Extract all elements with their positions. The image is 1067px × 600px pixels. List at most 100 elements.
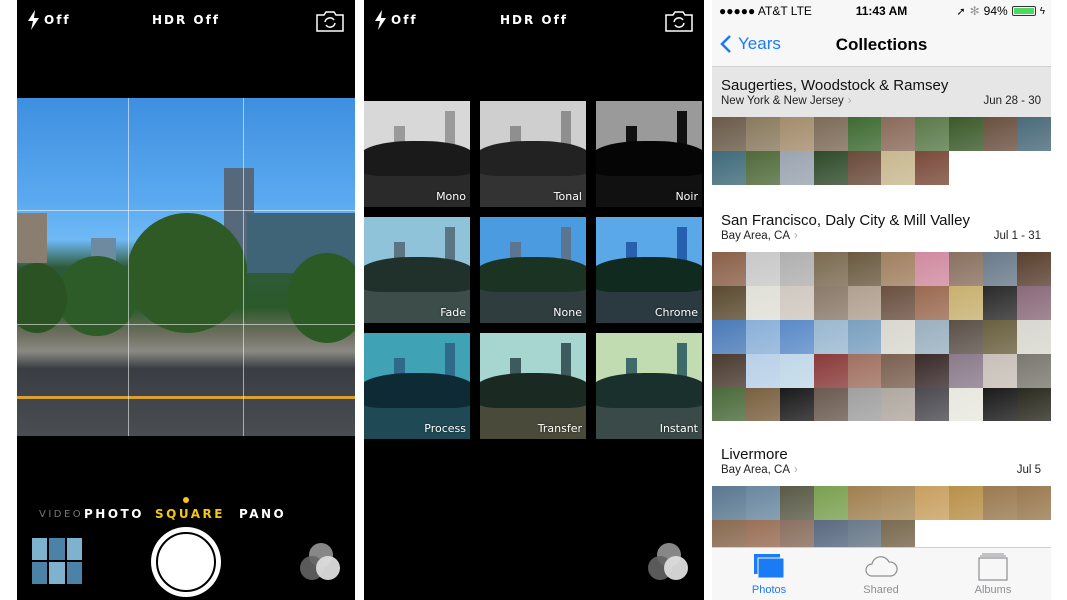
photo-thumbnail[interactable]: [983, 387, 1018, 422]
filter-tile-fade[interactable]: Fade: [364, 217, 470, 323]
photo-thumbnail[interactable]: [779, 353, 814, 388]
photo-thumbnail[interactable]: [712, 285, 746, 320]
photo-thumbnail[interactable]: [712, 387, 746, 422]
photo-thumbnail[interactable]: [881, 353, 916, 388]
photo-thumbnail[interactable]: [813, 387, 848, 422]
photo-thumbnail[interactable]: [779, 387, 814, 422]
collection-header[interactable]: Saugerties, Woodstock & Ramsey New York …: [712, 67, 1051, 117]
tab-albums[interactable]: Albums: [953, 552, 1033, 596]
collection-header[interactable]: Livermore Bay Area, CA › Jul 5: [712, 436, 1051, 486]
photo-thumbnail[interactable]: [881, 387, 916, 422]
mode-video[interactable]: VIDEO: [39, 509, 83, 520]
photo-thumbnail[interactable]: [847, 387, 882, 422]
photo-thumbnail[interactable]: [949, 319, 984, 354]
photo-thumbnail[interactable]: [1017, 285, 1051, 320]
photo-thumbnail[interactable]: [745, 252, 780, 286]
filter-tile-process[interactable]: Process: [364, 333, 470, 439]
photo-thumbnail[interactable]: [712, 117, 746, 151]
photo-thumbnail[interactable]: [745, 486, 780, 520]
mode-pano[interactable]: PANO: [239, 507, 286, 521]
photo-thumbnail[interactable]: [847, 150, 882, 185]
photo-thumbnail[interactable]: [881, 252, 916, 286]
photo-thumbnail[interactable]: [983, 252, 1018, 286]
filters-button[interactable]: [648, 543, 690, 583]
photo-thumbnail[interactable]: [949, 117, 984, 151]
photo-thumbnail[interactable]: [847, 285, 882, 320]
photo-thumbnail[interactable]: [813, 319, 848, 354]
photo-thumbnail[interactable]: [745, 319, 780, 354]
photo-thumbnail[interactable]: [779, 117, 814, 151]
photo-thumbnail[interactable]: [881, 486, 916, 520]
photo-thumbnail[interactable]: [983, 319, 1018, 354]
photo-thumbnail[interactable]: [779, 252, 814, 286]
photo-thumbnail[interactable]: [983, 285, 1018, 320]
photo-thumbnail[interactable]: [949, 387, 984, 422]
hdr-toggle[interactable]: HDR Off: [17, 13, 355, 27]
photo-thumbnail[interactable]: [813, 252, 848, 286]
photo-thumbnail[interactable]: [915, 353, 950, 388]
photo-thumbnail[interactable]: [847, 319, 882, 354]
photo-thumbnail[interactable]: [1017, 252, 1051, 286]
filter-tile-chrome[interactable]: Chrome: [596, 217, 702, 323]
collection-location[interactable]: Bay Area, CA ›: [721, 230, 798, 242]
photo-thumbnail[interactable]: [779, 285, 814, 320]
shutter-button[interactable]: [151, 527, 221, 597]
mode-square[interactable]: SQUARE: [155, 507, 225, 521]
photo-thumbnail[interactable]: [712, 486, 746, 520]
photo-thumbnail[interactable]: [847, 486, 882, 520]
photo-thumbnail[interactable]: [813, 285, 848, 320]
photo-thumbnail[interactable]: [745, 117, 780, 151]
photo-thumbnail[interactable]: [847, 252, 882, 286]
photo-thumbnail[interactable]: [881, 117, 916, 151]
photo-thumbnail[interactable]: [881, 285, 916, 320]
photo-thumbnail[interactable]: [983, 486, 1018, 520]
filter-tile-none[interactable]: None: [480, 217, 586, 323]
photo-thumbnail[interactable]: [712, 353, 746, 388]
hdr-toggle[interactable]: HDR Off: [364, 13, 704, 27]
photo-thumbnail[interactable]: [1017, 387, 1051, 422]
collection-location[interactable]: New York & New Jersey ›: [721, 95, 852, 107]
photo-thumbnail[interactable]: [915, 319, 950, 354]
switch-camera-icon[interactable]: [315, 9, 345, 33]
mode-photo[interactable]: PHOTO: [84, 507, 144, 521]
photo-thumbnail[interactable]: [949, 285, 984, 320]
photo-thumbnail[interactable]: [881, 319, 916, 354]
filters-button[interactable]: [300, 543, 342, 583]
photo-thumbnail[interactable]: [712, 319, 746, 354]
filter-tile-transfer[interactable]: Transfer: [480, 333, 586, 439]
photo-thumbnail[interactable]: [915, 252, 950, 286]
filter-tile-tonal[interactable]: Tonal: [480, 101, 586, 207]
photo-thumbnail[interactable]: [915, 285, 950, 320]
photo-thumbnail[interactable]: [949, 353, 984, 388]
photo-thumbnail[interactable]: [1017, 117, 1051, 151]
photo-thumbnail[interactable]: [779, 486, 814, 520]
photo-thumbnail[interactable]: [847, 353, 882, 388]
filter-tile-instant[interactable]: Instant: [596, 333, 702, 439]
photo-thumbnail[interactable]: [779, 150, 814, 185]
photo-thumbnail[interactable]: [949, 486, 984, 520]
photo-thumbnail[interactable]: [745, 150, 780, 185]
viewfinder[interactable]: [17, 98, 355, 436]
photo-thumbnail[interactable]: [779, 319, 814, 354]
switch-camera-icon[interactable]: [664, 9, 694, 33]
photo-thumbnail[interactable]: [745, 387, 780, 422]
photo-thumbnail[interactable]: [949, 252, 984, 286]
filter-tile-mono[interactable]: Mono: [364, 101, 470, 207]
photo-thumbnail[interactable]: [813, 353, 848, 388]
photo-thumbnail[interactable]: [1017, 319, 1051, 354]
photo-thumbnail[interactable]: [813, 486, 848, 520]
photo-thumbnail[interactable]: [983, 117, 1018, 151]
photo-thumbnail[interactable]: [813, 150, 848, 185]
photo-thumbnail[interactable]: [915, 117, 950, 151]
photo-thumbnail[interactable]: [1017, 353, 1051, 388]
tab-photos[interactable]: Photos: [729, 552, 809, 596]
collection-location[interactable]: Bay Area, CA ›: [721, 464, 798, 476]
photo-thumbnail[interactable]: [915, 486, 950, 520]
photo-thumbnail[interactable]: [881, 150, 916, 185]
photo-thumbnail[interactable]: [1017, 486, 1051, 520]
photo-thumbnail[interactable]: [712, 150, 746, 185]
photo-thumbnail[interactable]: [745, 353, 780, 388]
last-photo-thumbnail[interactable]: [32, 538, 82, 584]
photo-thumbnail[interactable]: [915, 387, 950, 422]
photo-thumbnail[interactable]: [983, 353, 1018, 388]
